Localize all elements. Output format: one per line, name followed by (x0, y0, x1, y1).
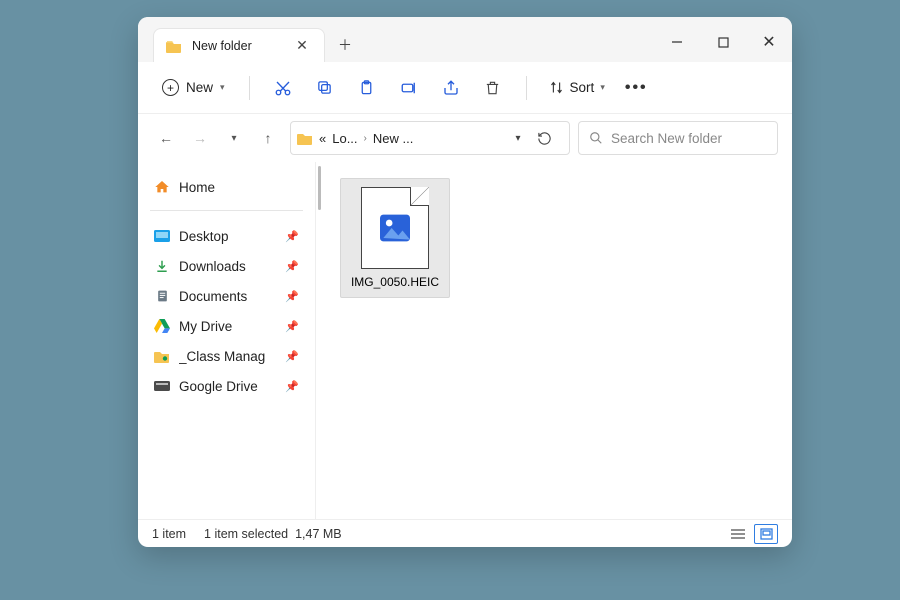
recent-button[interactable]: ▾ (220, 124, 248, 152)
window-controls: ✕ (654, 25, 792, 59)
sidebar-item-label: Home (179, 180, 215, 195)
sidebar-item-class[interactable]: _Class Manag 📌 (146, 341, 307, 371)
sidebar-item-mydrive[interactable]: My Drive 📌 (146, 311, 307, 341)
download-icon (154, 258, 170, 274)
chevron-right-icon: › (364, 133, 367, 144)
sidebar-item-label: Downloads (179, 259, 246, 274)
file-name: IMG_0050.HEIC (351, 275, 439, 289)
sort-label: Sort (570, 80, 595, 95)
file-item[interactable]: IMG_0050.HEIC (340, 178, 450, 298)
pin-icon: 📌 (285, 230, 299, 243)
separator (526, 76, 527, 100)
chevron-down-icon: ▾ (220, 82, 225, 93)
plus-circle-icon: + (162, 79, 179, 96)
pin-icon: 📌 (285, 260, 299, 273)
sidebar-separator (150, 210, 303, 211)
folder-icon (166, 39, 182, 53)
breadcrumb-prefix: « (319, 131, 326, 146)
sidebar-item-label: Desktop (179, 229, 229, 244)
pin-icon: 📌 (285, 350, 299, 363)
sidebar-item-label: My Drive (179, 319, 232, 334)
sidebar-item-label: Documents (179, 289, 247, 304)
search-box[interactable]: Search New folder (578, 121, 778, 155)
new-button-label: New (186, 80, 213, 95)
close-button[interactable]: ✕ (746, 25, 792, 59)
file-pane[interactable]: IMG_0050.HEIC (322, 162, 792, 519)
minimize-button[interactable] (654, 25, 700, 59)
body: Home Desktop 📌 Downloads 📌 Documents 📌 M… (138, 162, 792, 519)
breadcrumb-seg[interactable]: Lo... (332, 131, 357, 146)
folder-icon (297, 131, 313, 145)
address-bar[interactable]: « Lo... › New ... ▾ (290, 121, 570, 155)
sidebar-item-documents[interactable]: Documents 📌 (146, 281, 307, 311)
drive-icon (154, 318, 170, 334)
status-selected: 1 item selected 1,47 MB (204, 527, 342, 541)
sidebar-item-home[interactable]: Home (146, 172, 307, 202)
folder-drive-icon (154, 348, 170, 364)
rename-button[interactable] (390, 70, 428, 106)
search-icon (589, 131, 603, 145)
file-thumbnail (361, 187, 429, 269)
new-tab-button[interactable]: ＋ (331, 31, 359, 59)
forward-button[interactable]: → (186, 124, 214, 152)
separator (249, 76, 250, 100)
status-count: 1 item (152, 527, 186, 541)
home-icon (154, 179, 170, 195)
tab-active[interactable]: New folder ✕ (153, 28, 325, 62)
address-row: ← → ▾ ↑ « Lo... › New ... ▾ Search New f… (138, 114, 792, 162)
image-icon (375, 208, 415, 248)
status-bar: 1 item 1 item selected 1,47 MB (138, 519, 792, 547)
search-placeholder: Search New folder (611, 131, 722, 146)
tab-title: New folder (192, 39, 278, 53)
sort-button[interactable]: Sort ▾ (541, 74, 613, 101)
sidebar-item-downloads[interactable]: Downloads 📌 (146, 251, 307, 281)
explorer-window: New folder ✕ ＋ ✕ + New ▾ (138, 17, 792, 547)
pin-icon: 📌 (285, 290, 299, 303)
address-dropdown[interactable]: ▾ (505, 133, 531, 144)
refresh-button[interactable] (537, 131, 563, 146)
back-button[interactable]: ← (152, 124, 180, 152)
nav-arrows: ← → ▾ ↑ (152, 124, 282, 152)
delete-button[interactable] (474, 70, 512, 106)
sidebar: Home Desktop 📌 Downloads 📌 Documents 📌 M… (138, 162, 316, 519)
up-button[interactable]: ↑ (254, 124, 282, 152)
toolbar: + New ▾ Sort ▾ ••• (138, 62, 792, 114)
titlebar: New folder ✕ ＋ ✕ (138, 17, 792, 62)
tab-close-button[interactable]: ✕ (288, 32, 316, 60)
new-button[interactable]: + New ▾ (152, 73, 235, 102)
desktop-icon (154, 228, 170, 244)
more-button[interactable]: ••• (617, 73, 656, 103)
breadcrumb-seg[interactable]: New ... (373, 131, 413, 146)
pin-icon: 📌 (285, 320, 299, 333)
sidebar-item-label: _Class Manag (179, 349, 265, 364)
sort-icon (549, 80, 564, 95)
icons-view-button[interactable] (754, 524, 778, 544)
paste-button[interactable] (348, 70, 386, 106)
cut-button[interactable] (264, 70, 302, 106)
copy-button[interactable] (306, 70, 344, 106)
sidebar-item-googledrive[interactable]: Google Drive 📌 (146, 371, 307, 401)
details-view-button[interactable] (726, 524, 750, 544)
share-button[interactable] (432, 70, 470, 106)
harddrive-icon (154, 378, 170, 394)
chevron-down-icon: ▾ (600, 82, 605, 93)
documents-icon (154, 288, 170, 304)
sidebar-item-desktop[interactable]: Desktop 📌 (146, 221, 307, 251)
sidebar-item-label: Google Drive (179, 379, 258, 394)
pin-icon: 📌 (285, 380, 299, 393)
maximize-button[interactable] (700, 25, 746, 59)
